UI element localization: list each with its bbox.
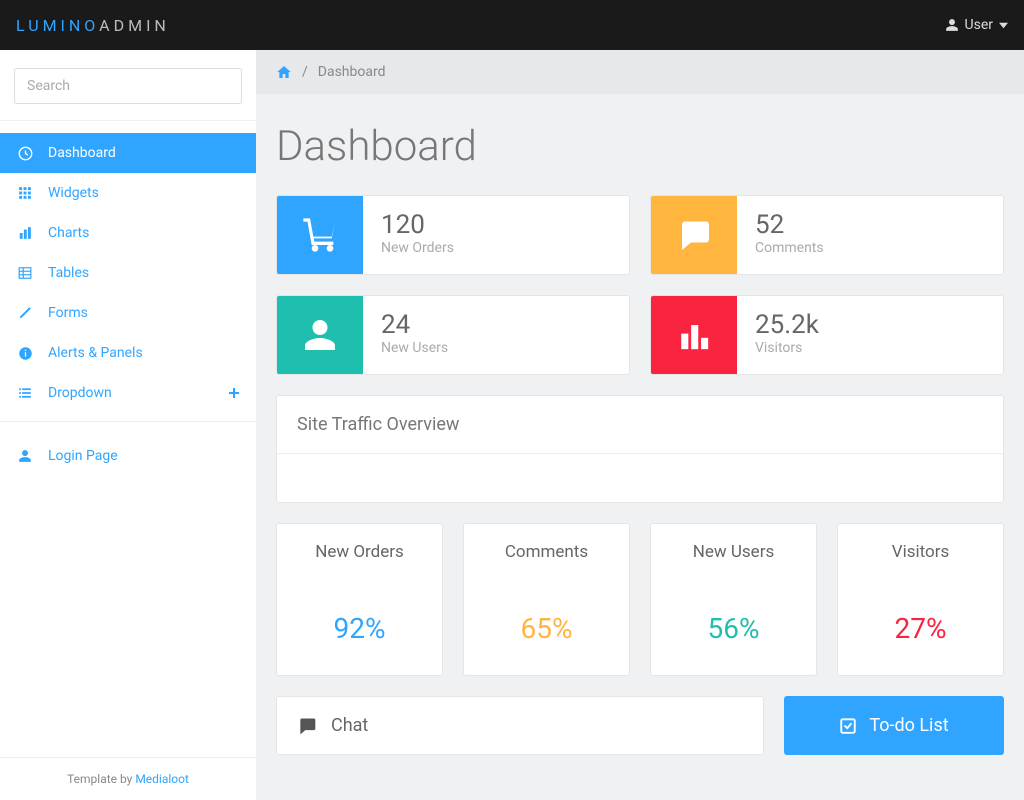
percent-value: 56%: [661, 612, 806, 645]
stat-label: Comments: [755, 240, 824, 256]
user-icon: [277, 296, 363, 374]
percent-card-orders: New Orders 92%: [276, 523, 443, 676]
percent-title: New Users: [661, 542, 806, 562]
percent-value: 92%: [287, 612, 432, 645]
footer-link[interactable]: Medialoot: [135, 772, 189, 786]
comment-icon: [651, 196, 737, 274]
stat-value: 25.2k: [755, 310, 819, 340]
home-icon[interactable]: [276, 64, 292, 80]
divider: [0, 421, 256, 422]
sidebar-item-alerts[interactable]: Alerts & Panels: [0, 333, 256, 373]
breadcrumb: / Dashboard: [256, 50, 1024, 94]
sidebar-item-label: Widgets: [48, 185, 99, 201]
brand-text-admin: ADMIN: [99, 16, 170, 35]
pencil-icon: [16, 306, 34, 320]
check-icon: [839, 717, 857, 735]
stat-value: 52: [755, 210, 824, 240]
percent-title: New Orders: [287, 542, 432, 562]
brand-text-lumino: LUMINO: [16, 16, 99, 35]
sidebar-item-login[interactable]: Login Page: [0, 436, 256, 476]
traffic-panel-title: Site Traffic Overview: [277, 396, 1003, 454]
traffic-panel-body: [277, 454, 1003, 502]
percent-value: 65%: [474, 612, 619, 645]
traffic-panel: Site Traffic Overview: [276, 395, 1004, 503]
percent-card-comments: Comments 65%: [463, 523, 630, 676]
grid-icon: [16, 186, 34, 200]
top-navbar: LUMINOADMIN User: [0, 0, 1024, 50]
sidebar-footer: Template by Medialoot: [0, 757, 256, 800]
stat-card-users[interactable]: 24New Users: [276, 295, 630, 375]
cart-icon: [277, 196, 363, 274]
main-content: / Dashboard Dashboard 120New Orders 52Co…: [256, 50, 1024, 800]
stat-card-orders[interactable]: 120New Orders: [276, 195, 630, 275]
sidebar-nav-secondary: Login Page: [0, 436, 256, 476]
sidebar-item-label: Login Page: [48, 448, 118, 464]
table-icon: [16, 266, 34, 280]
chat-title: Chat: [331, 715, 368, 736]
brand[interactable]: LUMINOADMIN: [16, 16, 170, 35]
stat-label: Visitors: [755, 340, 819, 356]
search-input[interactable]: [14, 68, 242, 104]
stat-card-visitors[interactable]: 25.2kVisitors: [650, 295, 1004, 375]
stat-card-comments[interactable]: 52Comments: [650, 195, 1004, 275]
percent-title: Visitors: [848, 542, 993, 562]
stat-label: New Orders: [381, 240, 454, 256]
sidebar-item-forms[interactable]: Forms: [0, 293, 256, 333]
dashboard-icon: [16, 146, 34, 161]
sidebar-item-label: Charts: [48, 225, 89, 241]
sidebar-item-label: Alerts & Panels: [48, 345, 143, 361]
caret-down-icon: [999, 21, 1008, 30]
todo-panel[interactable]: To-do List: [784, 696, 1004, 755]
stat-value: 120: [381, 210, 454, 240]
sidebar-item-tables[interactable]: Tables: [0, 253, 256, 293]
todo-title: To-do List: [869, 715, 948, 736]
footer-prefix: Template by: [67, 772, 135, 786]
bar-chart-icon: [651, 296, 737, 374]
percent-value: 27%: [848, 612, 993, 645]
breadcrumb-current: Dashboard: [318, 64, 386, 80]
sidebar-item-widgets[interactable]: Widgets: [0, 173, 256, 213]
sidebar-nav: Dashboard Widgets Charts Tables Forms Al…: [0, 121, 256, 413]
page-title: Dashboard: [256, 94, 1024, 195]
sidebar-item-dashboard[interactable]: Dashboard: [0, 133, 256, 173]
sidebar-item-charts[interactable]: Charts: [0, 213, 256, 253]
sidebar: Dashboard Widgets Charts Tables Forms Al…: [0, 50, 256, 800]
stat-value: 24: [381, 310, 448, 340]
chat-panel: Chat: [276, 696, 764, 755]
percent-card-users: New Users 56%: [650, 523, 817, 676]
sidebar-item-dropdown[interactable]: Dropdown: [0, 373, 256, 413]
sidebar-item-label: Forms: [48, 305, 88, 321]
percent-title: Comments: [474, 542, 619, 562]
user-label: User: [965, 17, 993, 33]
sidebar-item-label: Dropdown: [48, 385, 112, 401]
breadcrumb-separator: /: [302, 64, 308, 80]
stat-label: New Users: [381, 340, 448, 356]
list-icon: [16, 386, 34, 400]
user-menu[interactable]: User: [945, 17, 1008, 33]
bar-chart-icon: [16, 226, 34, 240]
info-icon: [16, 346, 34, 361]
percent-card-visitors: Visitors 27%: [837, 523, 1004, 676]
sidebar-item-label: Tables: [48, 265, 89, 281]
user-icon: [945, 18, 959, 32]
user-icon: [16, 449, 34, 463]
chat-icon: [297, 716, 317, 736]
sidebar-item-label: Dashboard: [48, 145, 116, 161]
plus-icon: [228, 387, 240, 399]
